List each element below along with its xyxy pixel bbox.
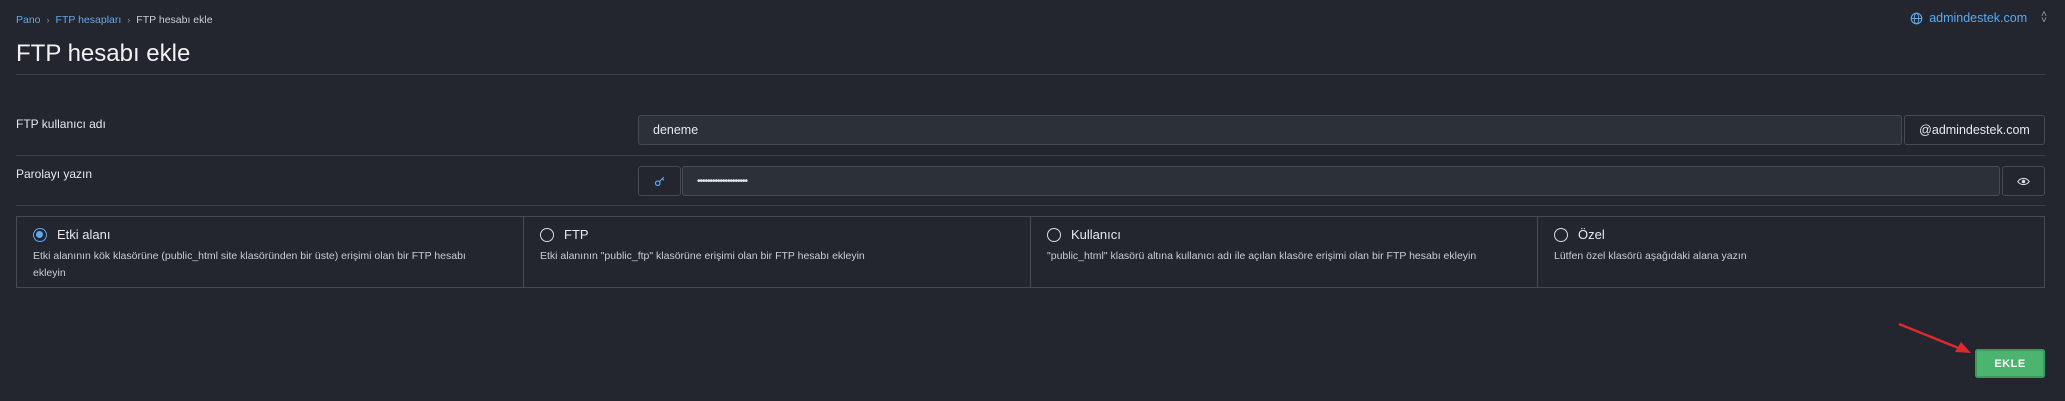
radio-domain[interactable] (33, 227, 47, 242)
username-label: FTP kullanıcı adı (16, 117, 106, 131)
option-domain-title: Etki alanı (57, 227, 111, 242)
chevron-updown-icon: ˄ ˅ (2041, 9, 2047, 26)
password-input[interactable]: •••••••••••••••••••• (682, 166, 2000, 196)
password-label: Parolayı yazın (16, 167, 93, 181)
radio-ftp[interactable] (540, 227, 554, 242)
divider (16, 155, 2045, 156)
radio-custom[interactable] (1554, 227, 1568, 242)
username-domain-suffix: @admindestek.com (1904, 115, 2045, 145)
option-ftp-desc: Etki alanının "public_ftp" klasörüne eri… (540, 250, 865, 262)
option-user-title: Kullanıcı (1071, 227, 1121, 242)
toggle-password-visibility-button[interactable] (2002, 166, 2045, 196)
option-domain-desc: Etki alanının kök klasörüne (public_html… (33, 250, 466, 279)
key-icon (654, 176, 664, 187)
chevron-right-icon: › (127, 15, 131, 25)
breadcrumb: Pano › FTP hesapları › FTP hesabı ekle (16, 14, 213, 26)
option-domain[interactable]: Etki alanı Etki alanının kök klasörüne (… (17, 217, 524, 287)
divider (16, 74, 2045, 75)
red-arrow-annotation (1898, 322, 1971, 353)
username-input[interactable]: deneme (638, 115, 1902, 145)
option-custom-title: Özel (1578, 227, 1605, 242)
option-custom-desc: Lütfen özel klasörü aşağıdaki alana yazı… (1554, 250, 1747, 262)
page-title: FTP hesabı ekle (16, 40, 191, 67)
domain-switcher-label: admindestek.com (1929, 11, 2028, 25)
option-user-desc: "public_html" klasörü altına kullanıcı a… (1047, 250, 1477, 262)
option-user[interactable]: Kullanıcı "public_html" klasörü altına k… (1031, 217, 1538, 287)
globe-icon (1910, 12, 1923, 24)
option-custom[interactable]: Özel Lütfen özel klasörü aşağıdaki alana… (1538, 217, 2044, 287)
breadcrumb-link-pano[interactable]: Pano (16, 14, 41, 26)
breadcrumb-current: FTP hesabı ekle (136, 14, 213, 26)
divider (16, 205, 2045, 206)
eye-icon (2017, 177, 2030, 185)
domain-switcher[interactable]: admindestek.com ˄ ˅ (1910, 9, 2047, 26)
folder-type-options: Etki alanı Etki alanının kök klasörüne (… (16, 216, 2045, 288)
breadcrumb-link-ftp-accounts[interactable]: FTP hesapları (56, 14, 122, 26)
generate-password-button[interactable] (638, 166, 681, 196)
submit-button[interactable]: EKLE (1975, 349, 2045, 378)
option-ftp-title: FTP (564, 227, 589, 242)
chevron-right-icon: › (46, 15, 50, 25)
option-ftp[interactable]: FTP Etki alanının "public_ftp" klasörüne… (524, 217, 1031, 287)
radio-user[interactable] (1047, 227, 1061, 242)
